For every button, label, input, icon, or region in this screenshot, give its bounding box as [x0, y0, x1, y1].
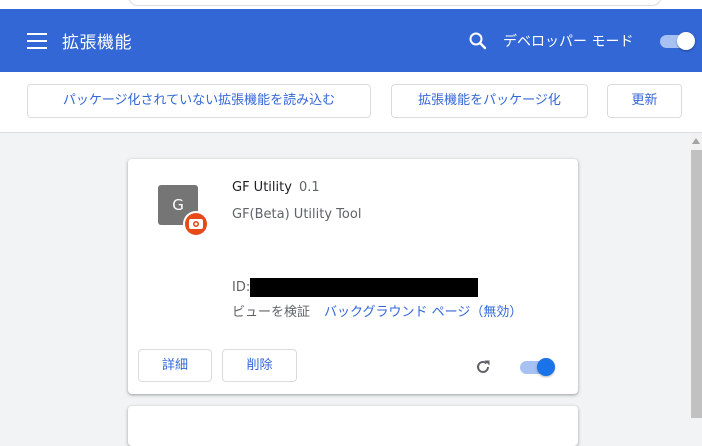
inspect-views-label: ビューを検証 [232, 305, 311, 320]
scrollbar-thumb[interactable] [691, 150, 702, 418]
developer-mode-label: デベロッパー モード [503, 34, 634, 50]
extension-enable-toggle[interactable] [520, 358, 556, 376]
next-extension-card [128, 406, 578, 446]
pack-extension-button[interactable]: 拡張機能をパッケージ化 [391, 84, 588, 118]
update-button[interactable]: 更新 [607, 84, 682, 118]
background-page-link[interactable]: バックグラウンド ページ（無効） [324, 301, 522, 320]
developer-mode-toggle-knob [677, 32, 695, 50]
extension-toggle-knob [537, 358, 555, 376]
extension-description: GF(Beta) Utility Tool [232, 207, 362, 222]
extension-id-label: ID: [232, 280, 251, 295]
menu-icon[interactable] [27, 33, 47, 49]
vertical-scrollbar[interactable] [691, 133, 702, 418]
reload-icon[interactable] [474, 358, 492, 376]
extension-version: 0.1 [299, 180, 320, 195]
browser-omnibox-strip [0, 0, 702, 9]
developer-mode-toggle[interactable] [660, 32, 695, 50]
extension-name: GF Utility [232, 180, 292, 195]
load-unpacked-button[interactable]: パッケージ化されていない拡張機能を読み込む [27, 84, 371, 118]
extension-id-redacted [250, 278, 478, 297]
search-icon[interactable] [468, 31, 488, 51]
extensions-header: 拡張機能 デベロッパー モード [0, 9, 702, 72]
details-button[interactable]: 詳細 [138, 349, 212, 382]
extension-card: G GF Utility 0.1 GF(Beta) Utility Tool I… [128, 159, 578, 394]
scroll-up-arrow-icon[interactable] [692, 138, 700, 144]
omnibox[interactable] [128, 0, 662, 6]
developer-toolbar: パッケージ化されていない拡張機能を読み込む 拡張機能をパッケージ化 更新 [0, 72, 702, 133]
remove-button[interactable]: 削除 [222, 349, 297, 382]
extension-badge-icon [183, 211, 209, 237]
page-title: 拡張機能 [62, 33, 132, 53]
